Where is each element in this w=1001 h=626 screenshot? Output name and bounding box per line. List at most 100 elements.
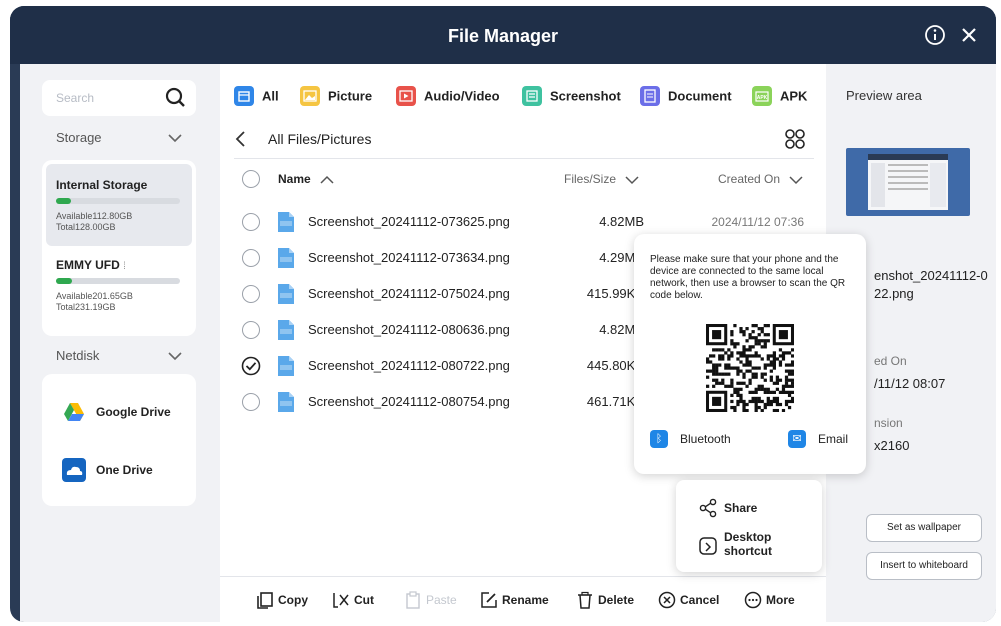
onedrive-icon: [62, 458, 86, 482]
file-size: 445.80KB: [586, 358, 644, 373]
png-file-icon: [278, 284, 294, 304]
tab-screenshot[interactable]: Screenshot: [522, 86, 621, 110]
png-file-icon: [278, 248, 294, 268]
qr-code: [706, 324, 794, 412]
column-label: Files/Size: [564, 172, 617, 186]
png-file-icon: [278, 212, 294, 232]
bluetooth-option[interactable]: ᛒ Bluetooth: [650, 430, 731, 448]
screenshot-icon: [522, 86, 542, 106]
column-header-name[interactable]: Name: [278, 172, 334, 186]
chevron-down-icon[interactable]: [625, 175, 639, 185]
usb-eject-icon[interactable]: ⁞: [123, 261, 126, 272]
png-file-icon: [278, 356, 294, 376]
cancel-icon: [658, 591, 676, 609]
back-icon[interactable]: [234, 130, 248, 148]
insert-whiteboard-button[interactable]: Insert to whiteboard: [866, 552, 982, 580]
tab-apk[interactable]: APK APK: [752, 86, 807, 110]
chevron-down-icon[interactable]: [168, 133, 182, 143]
created-value: /11/12 08:07: [874, 376, 946, 391]
storage-list: Internal Storage Available112.80GB Total…: [42, 160, 196, 336]
action-label: Rename: [502, 593, 549, 607]
thumbnail-image: [868, 154, 948, 210]
tab-label: All: [262, 88, 279, 104]
preview-thumbnail[interactable]: [846, 148, 970, 216]
tab-audio-video[interactable]: Audio/Video: [396, 86, 500, 110]
row-checkbox[interactable]: [242, 249, 260, 267]
chevron-down-icon[interactable]: [789, 175, 803, 185]
netdisk-label: Netdisk: [56, 348, 100, 363]
storage-usage-bar: [56, 198, 180, 204]
file-name: Screenshot_20241112-073625.png: [308, 214, 510, 229]
all-icon: [234, 86, 254, 106]
row-checkbox[interactable]: [242, 393, 260, 411]
storage-item-internal[interactable]: [46, 164, 192, 246]
storage-name: EMMY UFD: [56, 258, 120, 272]
share-icon: [699, 498, 717, 518]
cut-button[interactable]: Cut: [332, 591, 374, 609]
netdisk-item-one-drive[interactable]: One Drive: [62, 458, 153, 482]
cut-icon: [333, 593, 349, 608]
select-all-checkbox[interactable]: [242, 170, 260, 188]
window-title: File Manager: [447, 26, 559, 46]
delete-button[interactable]: Delete: [576, 591, 634, 609]
action-label: Delete: [598, 593, 635, 607]
action-label: Cancel: [680, 593, 720, 607]
netdisk-list: Google Drive One Drive: [42, 374, 196, 506]
row-checkbox[interactable]: [242, 285, 260, 303]
tab-all[interactable]: All: [234, 86, 279, 110]
file-size: 4.29MB: [599, 250, 644, 265]
paste-icon: [406, 591, 420, 609]
storage-total: Total128.00GB: [56, 222, 116, 232]
row-checkbox-checked[interactable]: [241, 356, 261, 376]
path-bar: All Files/Pictures: [234, 128, 814, 152]
storage-label: Storage: [56, 130, 102, 145]
paste-button[interactable]: Paste: [404, 591, 457, 609]
info-icon[interactable]: [924, 24, 946, 51]
preview-title: Preview area: [846, 88, 922, 103]
row-checkbox[interactable]: [242, 321, 260, 339]
storage-available: Available112.80GB: [56, 211, 133, 221]
search-input[interactable]: Search: [56, 91, 94, 105]
copy-icon: [257, 592, 273, 609]
more-icon: [744, 591, 762, 609]
storage-total: Total231.19GB: [56, 302, 116, 312]
file-size: 461.71KB: [586, 394, 644, 409]
apk-icon: APK: [752, 86, 772, 106]
set-wallpaper-button[interactable]: Set as wallpaper: [866, 514, 982, 542]
preview-filename-cont: 22.png: [874, 286, 914, 301]
column-header-created[interactable]: Created On: [718, 172, 803, 186]
chevron-down-icon[interactable]: [168, 351, 182, 361]
more-button[interactable]: More: [744, 591, 795, 609]
rename-button[interactable]: Rename: [480, 591, 549, 609]
cancel-button[interactable]: Cancel: [658, 591, 719, 609]
sort-asc-icon[interactable]: [320, 175, 334, 185]
option-label: Email: [818, 432, 849, 446]
tab-picture[interactable]: Picture: [300, 86, 372, 110]
action-label: More: [766, 593, 795, 607]
copy-button[interactable]: Copy: [256, 591, 308, 609]
tab-label: Audio/Video: [424, 88, 500, 104]
file-created: 2024/11/12 07:36: [711, 215, 804, 229]
file-size: 415.99KB: [586, 286, 644, 301]
grid-view-icon[interactable]: [784, 128, 806, 150]
close-icon[interactable]: [958, 24, 980, 51]
column-header-size[interactable]: Files/Size: [564, 172, 639, 186]
audio-video-icon: [396, 86, 416, 106]
search-box[interactable]: Search: [42, 80, 196, 116]
breadcrumb: All Files/Pictures: [268, 131, 372, 147]
email-option[interactable]: ✉ Email: [788, 430, 848, 448]
option-label: Bluetooth: [680, 432, 731, 446]
storage-item-usb[interactable]: EMMY UFD ⁞: [56, 258, 126, 272]
bluetooth-icon: ᛒ: [650, 430, 668, 448]
search-icon[interactable]: [164, 86, 186, 108]
netdisk-label: Google Drive: [96, 405, 171, 419]
tab-document[interactable]: Document: [640, 86, 732, 110]
file-name: Screenshot_20241112-080636.png: [308, 322, 510, 337]
netdisk-item-google-drive[interactable]: Google Drive: [62, 400, 171, 424]
svg-text:APK: APK: [757, 95, 768, 101]
preview-filename: enshot_20241112-0: [874, 268, 988, 283]
share-instructions: Please make sure that your phone and the…: [650, 254, 846, 301]
file-name: Screenshot_20241112-073634.png: [308, 250, 510, 265]
row-checkbox[interactable]: [242, 213, 260, 231]
picture-icon: [300, 86, 320, 106]
